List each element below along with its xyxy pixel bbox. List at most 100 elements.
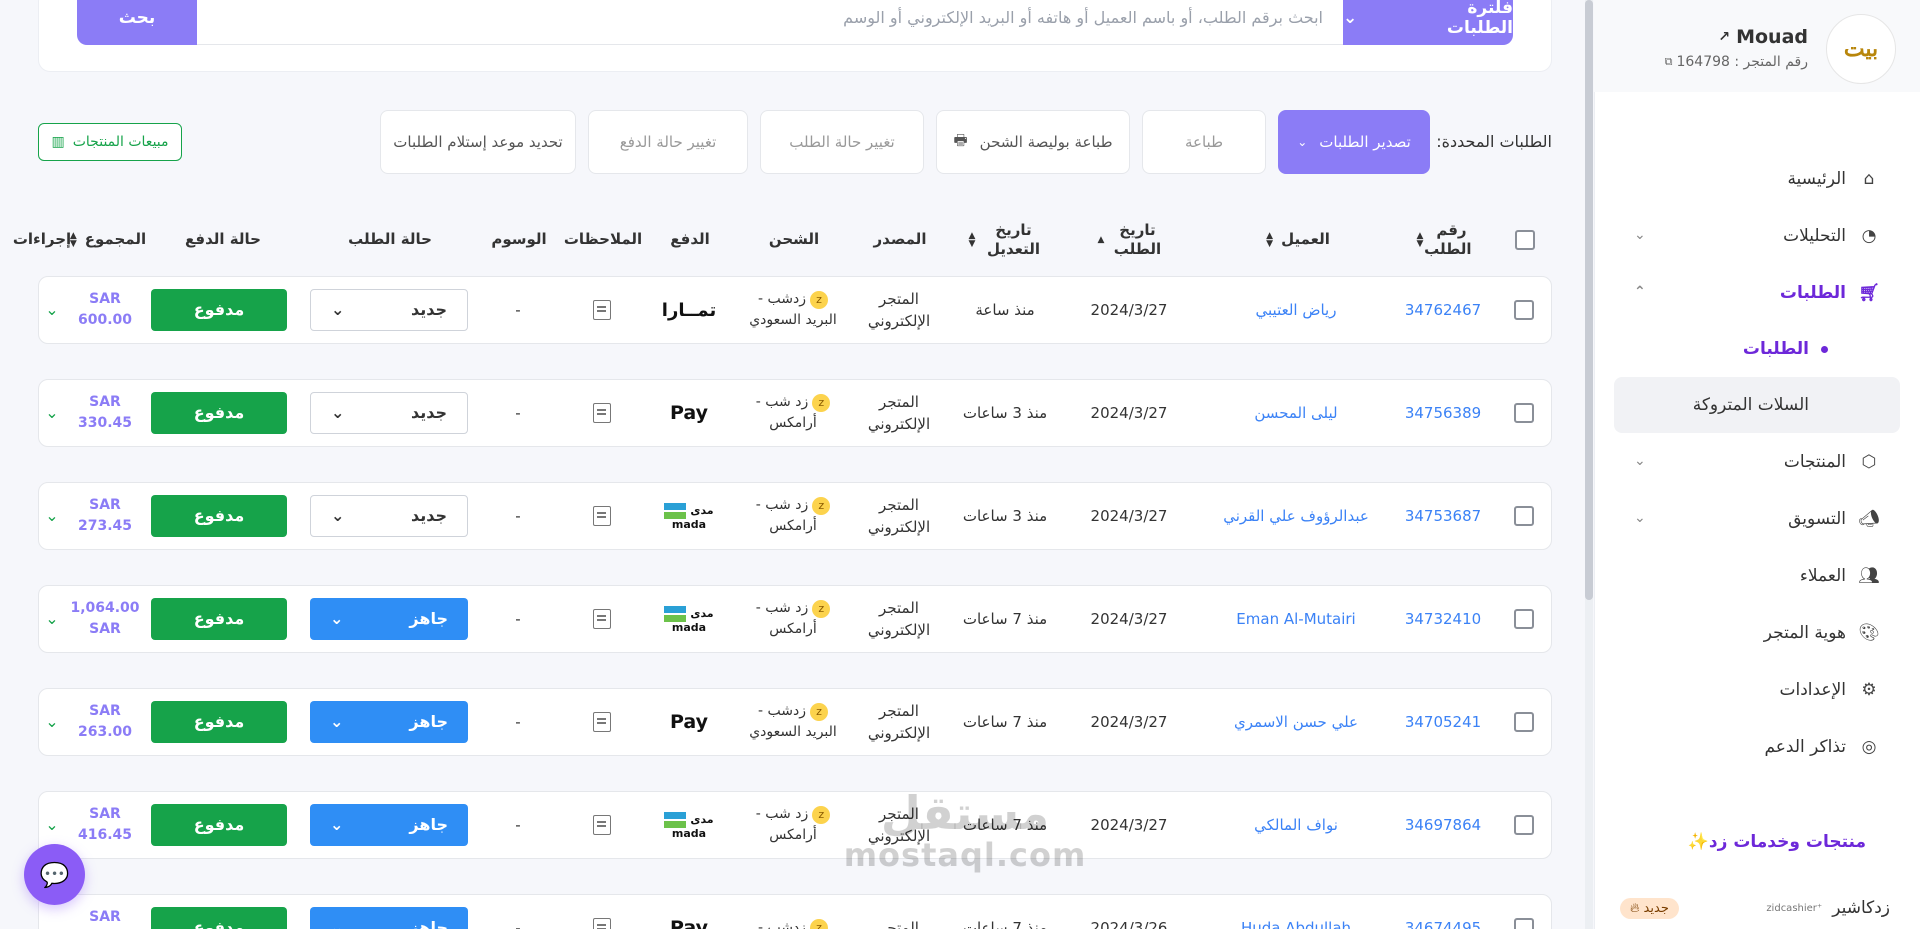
sidebar-item-products[interactable]: ⬡ المنتجات ⌄ xyxy=(1594,433,1920,490)
change-order-status-button[interactable]: تغيير حالة الطلب xyxy=(760,110,924,174)
row-checkbox[interactable] xyxy=(1514,609,1534,629)
payment-status-badge[interactable]: مدفوع xyxy=(151,907,287,929)
sidebar-subitem-orders[interactable]: الطلبات xyxy=(1614,321,1900,377)
note-edit-icon[interactable] xyxy=(593,300,611,320)
store-name-link[interactable]: Mouad ↗ xyxy=(1718,26,1808,48)
search-button[interactable]: بحث xyxy=(77,0,197,45)
order-number-link[interactable]: 34732410 xyxy=(1405,608,1481,631)
payment-status-badge[interactable]: مدفوع xyxy=(151,701,287,743)
copy-icon[interactable]: ⧉ xyxy=(1665,55,1673,69)
order-number-link[interactable]: 34674495 xyxy=(1405,917,1481,929)
row-checkbox[interactable] xyxy=(1514,815,1534,835)
note-edit-icon[interactable] xyxy=(593,609,611,629)
sidebar-item-support-tickets[interactable]: ◎ تذاكر الدعم xyxy=(1594,718,1920,775)
note-edit-icon[interactable] xyxy=(593,815,611,835)
store-logo: بيت xyxy=(1826,14,1896,84)
print-waybill-button[interactable]: طباعة بوليصة الشحن 🖶 xyxy=(936,110,1130,174)
customer-link[interactable]: نواف المالكي xyxy=(1254,814,1338,837)
sidebar-item-label: تذاكر الدعم xyxy=(1764,736,1846,757)
modified-date-cell: منذ 7 ساعات xyxy=(962,815,1048,834)
tags-cell: - xyxy=(515,815,521,834)
sidebar-item-settings[interactable]: ⚙ الإعدادات xyxy=(1594,661,1920,718)
expand-chevron-icon[interactable]: ⌄ xyxy=(45,813,58,837)
expand-chevron-icon[interactable]: ⌄ xyxy=(45,298,58,322)
order-status-dropdown[interactable]: جاهز ⌄ xyxy=(310,701,468,743)
th-customer[interactable]: العميل ▲ ▼ xyxy=(1228,214,1368,266)
mada-logo: مدى mada xyxy=(661,811,717,839)
change-payment-status-button[interactable]: تغيير حالة الدفع xyxy=(588,110,748,174)
payment-status-badge[interactable]: مدفوع xyxy=(151,495,287,537)
sidebar-item-orders[interactable]: 🛒︎ الطلبات ⌃ xyxy=(1594,264,1920,321)
filter-orders-button[interactable]: فلترة الطلبات ⌄ xyxy=(1343,0,1513,45)
order-status-dropdown[interactable]: جاهز ⌄ xyxy=(310,598,468,640)
th-modified-date[interactable]: تاريخ التعديل ▲ ▼ xyxy=(946,214,1066,266)
sidebar-scrollbar[interactable] xyxy=(1585,0,1593,929)
row-checkbox[interactable] xyxy=(1514,300,1534,320)
payment-status-badge[interactable]: مدفوع xyxy=(151,392,287,434)
payment-status-cell: مدفوع xyxy=(149,380,289,446)
note-edit-icon[interactable] xyxy=(593,712,611,732)
row-checkbox[interactable] xyxy=(1514,918,1534,929)
product-sales-button[interactable]: مبيعات المنتجات ▥ xyxy=(38,123,182,161)
order-status-value: جديد xyxy=(410,300,447,319)
expand-chevron-icon[interactable]: ⌄ xyxy=(45,401,58,425)
payment-status-badge[interactable]: مدفوع xyxy=(151,804,287,846)
th-order-no[interactable]: رقم الطلب ▲ ▼ xyxy=(1394,214,1494,266)
mada-en: mada xyxy=(671,517,707,531)
note-edit-icon[interactable] xyxy=(593,403,611,423)
source-cell: المتجر الإلكتروني xyxy=(867,701,931,743)
note-edit-icon[interactable] xyxy=(593,918,611,929)
select-all-checkbox[interactable] xyxy=(1515,230,1535,250)
order-status-dropdown[interactable]: جاهز ⌄ xyxy=(310,804,468,846)
sidebar-item-customers[interactable]: 👥︎ العملاء xyxy=(1594,547,1920,604)
sidebar-item-marketing[interactable]: 📣︎ التسويق ⌄ xyxy=(1594,490,1920,547)
sidebar-item-zidcashier[interactable]: زدكاشير ⁺zidcashier جديد 🔥︎ xyxy=(1620,892,1890,924)
customer-link[interactable]: عبدالرؤوف علي القرني xyxy=(1223,505,1369,528)
chat-support-button[interactable]: 💬 xyxy=(24,844,85,905)
payment-status-badge[interactable]: مدفوع xyxy=(151,289,287,331)
expand-chevron-icon[interactable]: ⌄ xyxy=(45,916,58,929)
sidebar-item-home[interactable]: ⌂ الرئيسية xyxy=(1594,150,1920,207)
th-actions: إجراءات xyxy=(12,230,72,249)
order-number-link[interactable]: 34762467 xyxy=(1405,299,1481,322)
expand-chevron-icon[interactable]: ⌄ xyxy=(45,607,58,631)
order-number-link[interactable]: 34756389 xyxy=(1405,402,1481,425)
row-checkbox[interactable] xyxy=(1514,712,1534,732)
order-status-value: جاهز xyxy=(409,815,448,834)
customer-link[interactable]: Huda Abdullah xyxy=(1241,917,1351,929)
order-status-dropdown[interactable]: جديد ⌄ xyxy=(310,495,468,537)
shipping-provider: زد شب - xyxy=(755,600,809,616)
source-cell: المتجر الإلكتروني xyxy=(867,598,931,640)
order-number-link[interactable]: 34705241 xyxy=(1405,711,1481,734)
note-edit-icon[interactable] xyxy=(593,506,611,526)
sidebar-item-analytics[interactable]: ◔ التحليلات ⌄ xyxy=(1594,207,1920,264)
order-number-link[interactable]: 34753687 xyxy=(1405,505,1481,528)
filter-orders-label: فلترة الطلبات xyxy=(1446,0,1513,38)
customer-link[interactable]: ليلى المحسن xyxy=(1254,402,1337,425)
th-order-date[interactable]: تاريخ الطلب ▲ xyxy=(1070,214,1190,266)
order-status-dropdown[interactable]: جاهز ⌄ xyxy=(310,907,468,929)
scrollbar-thumb[interactable] xyxy=(1585,0,1593,600)
set-pickup-button[interactable]: تحديد موعد إستلام الطلبات xyxy=(380,110,576,174)
order-status-cell: جاهز ⌄ xyxy=(309,792,469,858)
th-total[interactable]: المجموع ▲ ▼ xyxy=(68,214,148,266)
row-checkbox[interactable] xyxy=(1514,506,1534,526)
order-status-dropdown[interactable]: جديد ⌄ xyxy=(310,392,468,434)
shipping-cell: z زد شب - أرامكس xyxy=(735,586,851,652)
sidebar-subitem-abandoned-carts[interactable]: السلات المتروكة xyxy=(1614,377,1900,433)
row-checkbox[interactable] xyxy=(1514,403,1534,423)
expand-chevron-icon[interactable]: ⌄ xyxy=(45,504,58,528)
print-button[interactable]: طباعة xyxy=(1142,110,1266,174)
customer-link[interactable]: رياض العتيبي xyxy=(1256,299,1337,322)
customer-link[interactable]: علي حسن الاسمري xyxy=(1234,711,1358,734)
sidebar-item-store-identity[interactable]: 🎨︎ هوية المتجر xyxy=(1594,604,1920,661)
tags-cell: - xyxy=(515,609,521,628)
payment-status-badge[interactable]: مدفوع xyxy=(151,598,287,640)
search-input[interactable]: ابحث برقم الطلب، أو باسم العميل أو هاتفه… xyxy=(195,0,1343,45)
export-orders-button[interactable]: تصدير الطلبات ⌄ xyxy=(1278,110,1430,174)
customer-link[interactable]: Eman Al-Mutairi xyxy=(1236,608,1355,631)
sidebar-item-label: الإعدادات xyxy=(1779,679,1846,700)
expand-chevron-icon[interactable]: ⌄ xyxy=(45,710,58,734)
order-number-link[interactable]: 34697864 xyxy=(1405,814,1481,837)
order-status-dropdown[interactable]: جديد ⌄ xyxy=(310,289,468,331)
